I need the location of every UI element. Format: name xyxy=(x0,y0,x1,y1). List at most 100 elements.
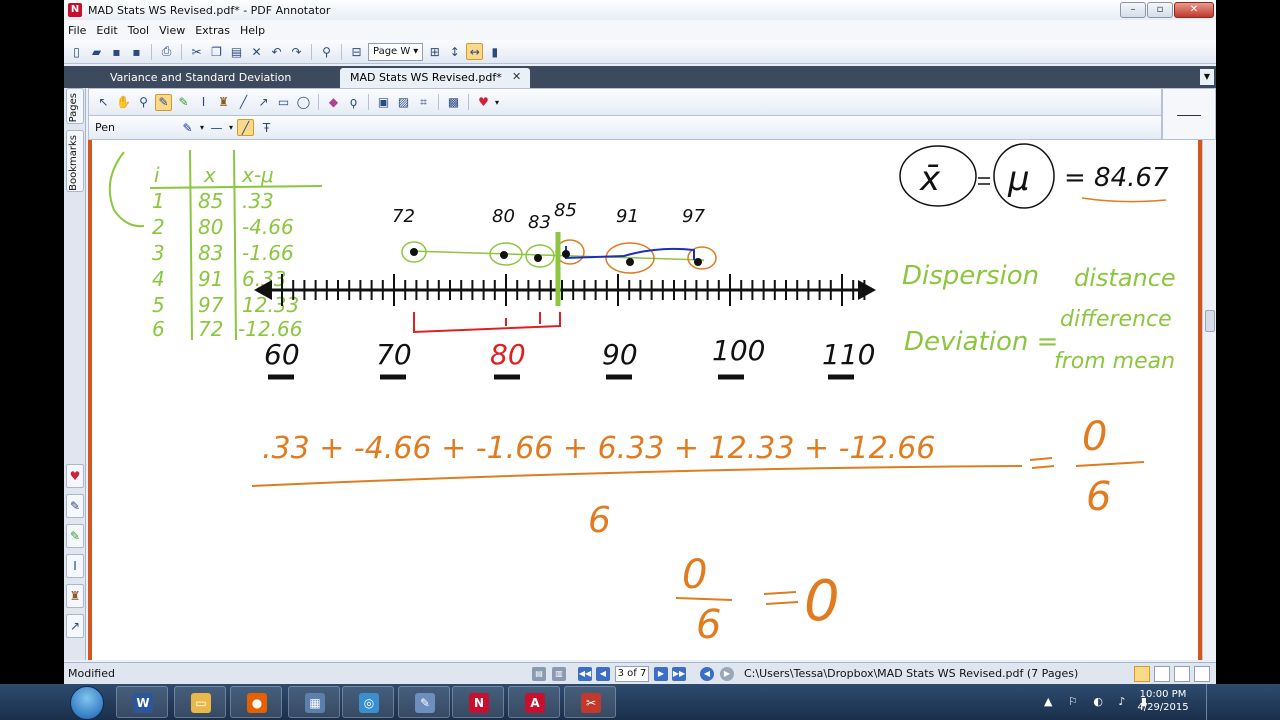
pen-tool-icon[interactable]: ✎ xyxy=(155,93,172,111)
undo-icon[interactable]: ↶ xyxy=(268,43,285,60)
snapshot-icon[interactable]: ▣ xyxy=(375,94,392,111)
firefox-app[interactable]: ● xyxy=(230,686,282,718)
toolbar-separator xyxy=(181,43,182,60)
chevron-down-icon[interactable]: ▾ xyxy=(200,123,204,132)
facing-view-button[interactable] xyxy=(1174,666,1190,682)
fit-width-icon[interactable]: ↔ xyxy=(466,43,484,60)
zoom-in-icon[interactable]: ⊞ xyxy=(426,43,443,60)
back-button[interactable]: ◀ xyxy=(700,667,714,681)
menu-bar: File Edit Tool View Extras Help xyxy=(64,20,1216,40)
text-tool-icon[interactable]: Ⅰ xyxy=(195,94,212,111)
first-page-button[interactable]: ◀◀ xyxy=(578,667,592,681)
zoom-out-icon[interactable]: ⊟ xyxy=(348,43,365,60)
forward-button[interactable]: ▶ xyxy=(720,667,734,681)
single-page-view-button[interactable] xyxy=(1134,666,1150,682)
media-app[interactable]: ◎ xyxy=(342,686,394,718)
blue-pen-icon[interactable]: ✎ xyxy=(66,494,84,518)
word-app[interactable]: W xyxy=(116,686,168,718)
fit-height-icon[interactable]: ↕ xyxy=(446,43,463,60)
save-all-icon[interactable]: ▪ xyxy=(128,43,145,60)
green-highlighter-icon[interactable]: ✎ xyxy=(66,524,84,548)
maximize-button[interactable]: ▫ xyxy=(1147,2,1173,18)
text-tool-icon[interactable]: Ⅰ xyxy=(66,554,84,578)
arrow-tool-icon[interactable]: ↗ xyxy=(255,94,272,111)
tab-list-chevron-icon[interactable]: ▼ xyxy=(1200,69,1214,85)
pen-color-icon[interactable]: ✎ xyxy=(179,119,196,136)
tab-bookmarks[interactable]: Bookmarks xyxy=(66,130,84,192)
document-canvas[interactable]: i x x-μ 1 85 .33 2 80 -4.66 3 83 -1.66 4… xyxy=(88,140,1202,660)
menu-view[interactable]: View xyxy=(159,24,185,37)
last-page-button[interactable]: ▶▶ xyxy=(672,667,686,681)
new-document-icon[interactable]: ▯ xyxy=(68,43,85,60)
window-title: MAD Stats WS Revised.pdf* - PDF Annotato… xyxy=(88,3,331,17)
vertical-scrollbar[interactable] xyxy=(1202,140,1216,660)
full-screen-icon[interactable]: ▮ xyxy=(486,43,503,60)
lasso-icon[interactable]: ϙ xyxy=(345,94,362,111)
find-icon[interactable]: ⚲ xyxy=(318,43,335,60)
redo-icon[interactable]: ↷ xyxy=(288,43,305,60)
page-indicator[interactable]: 3 of 7 xyxy=(615,666,649,682)
taskbar-clock[interactable]: 10:00 PM 4/29/2015 xyxy=(1128,688,1198,714)
control-app[interactable]: ▦ xyxy=(288,686,340,718)
continuous-view-button[interactable] xyxy=(1154,666,1170,682)
tools-app[interactable]: ✎ xyxy=(398,686,450,718)
arrow-tool-icon[interactable]: ↗ xyxy=(66,614,84,638)
favorites-heart-icon[interactable]: ♥ xyxy=(475,94,492,111)
minimize-button[interactable]: – xyxy=(1120,2,1146,18)
print-preview-icon[interactable]: ▤ xyxy=(532,667,546,681)
tab-pages[interactable]: Pages xyxy=(66,88,84,124)
save-icon[interactable]: ▪ xyxy=(108,43,125,60)
menu-file[interactable]: File xyxy=(68,24,86,37)
crop-icon[interactable]: ⌗ xyxy=(415,94,432,111)
next-page-button[interactable]: ▶ xyxy=(654,667,668,681)
panel-collapse-area[interactable] xyxy=(1162,88,1216,140)
select-arrow-icon[interactable]: ↖ xyxy=(95,94,112,111)
status-bar: Modified ▤ ▥ ◀◀ ◀ 3 of 7 ▶ ▶▶ ◀ ▶ C:\Use… xyxy=(64,662,1216,684)
paste-icon[interactable]: ▤ xyxy=(228,43,245,60)
highlighter-icon[interactable]: ✎ xyxy=(175,94,192,111)
stamp-icon[interactable]: ♜ xyxy=(66,584,84,608)
menu-edit[interactable]: Edit xyxy=(96,24,117,37)
acrobat-app[interactable]: A xyxy=(508,686,560,718)
facing-continuous-view-button[interactable] xyxy=(1194,666,1210,682)
zoom-select[interactable]: Page W ▾ xyxy=(368,42,424,61)
close-button[interactable]: ✕ xyxy=(1174,2,1214,18)
cut-icon[interactable]: ✂ xyxy=(188,43,205,60)
copy-icon[interactable]: ❐ xyxy=(208,43,225,60)
page-setup-icon[interactable]: ▥ xyxy=(552,667,566,681)
previous-page-button[interactable]: ◀ xyxy=(596,667,610,681)
tab-variance-document[interactable]: Variance and Standard Deviation 2013.pdf xyxy=(100,68,340,104)
tab-mad-stats-document[interactable]: MAD Stats WS Revised.pdf* xyxy=(340,68,530,88)
ellipse-tool-icon[interactable]: ◯ xyxy=(295,94,312,111)
chevron-down-icon[interactable]: ▾ xyxy=(495,98,499,107)
delete-icon[interactable]: ✕ xyxy=(248,43,265,60)
explorer-app[interactable]: ▭ xyxy=(174,686,226,718)
rectangle-tool-icon[interactable]: ▭ xyxy=(275,94,292,111)
favorites-heart-icon[interactable]: ♥ xyxy=(66,464,84,488)
hand-icon[interactable]: ✋ xyxy=(115,94,132,111)
insert-image-icon[interactable]: ▨ xyxy=(395,94,412,111)
table-x-5: 97 xyxy=(198,293,224,317)
menu-extras[interactable]: Extras xyxy=(195,24,230,37)
picture-icon[interactable]: ▩ xyxy=(445,94,462,111)
pdf-annotator-icon[interactable]: N xyxy=(68,3,82,17)
start-button[interactable] xyxy=(70,686,104,720)
close-tab-icon[interactable]: ✕ xyxy=(512,70,521,83)
line-tool-icon[interactable]: ╱ xyxy=(235,94,252,111)
snipping-app[interactable]: ✂ xyxy=(564,686,616,718)
show-desktop-button[interactable] xyxy=(1206,684,1216,720)
magnifier-icon[interactable]: ⚲ xyxy=(135,94,152,111)
line-width-icon[interactable]: — xyxy=(208,119,225,136)
pdfannotator-app[interactable]: N xyxy=(452,686,504,718)
eraser-icon[interactable]: ◆ xyxy=(325,94,342,111)
smooth-line-icon[interactable]: ╱ xyxy=(237,119,255,136)
note-deviation: Deviation = xyxy=(904,327,1058,357)
pen-options-icon[interactable]: Ŧ xyxy=(258,119,275,136)
scrollbar-thumb[interactable] xyxy=(1205,310,1215,332)
menu-tool[interactable]: Tool xyxy=(128,24,149,37)
open-folder-icon[interactable]: ▰ xyxy=(88,43,105,60)
menu-help[interactable]: Help xyxy=(240,24,265,37)
stamp-icon[interactable]: ♜ xyxy=(215,94,232,111)
print-icon[interactable]: ⎙ xyxy=(158,43,175,60)
chevron-down-icon[interactable]: ▾ xyxy=(229,123,233,132)
